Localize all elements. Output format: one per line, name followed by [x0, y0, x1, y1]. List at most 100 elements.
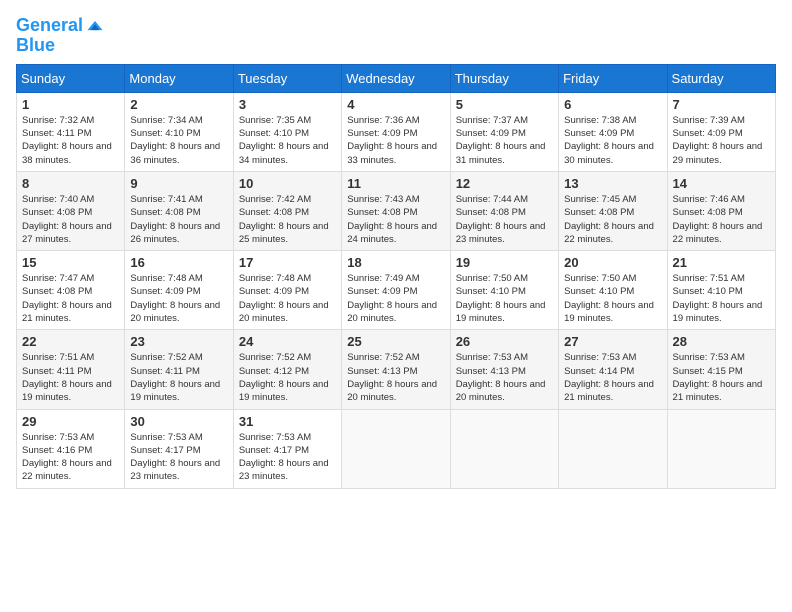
day-number: 27 [564, 334, 661, 349]
calendar-cell: 28 Sunrise: 7:53 AMSunset: 4:15 PMDaylig… [667, 330, 775, 409]
day-number: 3 [239, 97, 336, 112]
day-number: 14 [673, 176, 770, 191]
calendar-cell: 8 Sunrise: 7:40 AMSunset: 4:08 PMDayligh… [17, 171, 125, 250]
calendar-header-row: SundayMondayTuesdayWednesdayThursdayFrid… [17, 64, 776, 92]
calendar-cell: 16 Sunrise: 7:48 AMSunset: 4:09 PMDaylig… [125, 251, 233, 330]
calendar-cell: 3 Sunrise: 7:35 AMSunset: 4:10 PMDayligh… [233, 92, 341, 171]
calendar-cell: 13 Sunrise: 7:45 AMSunset: 4:08 PMDaylig… [559, 171, 667, 250]
weekday-header-wednesday: Wednesday [342, 64, 450, 92]
day-info: Sunrise: 7:40 AMSunset: 4:08 PMDaylight:… [22, 193, 119, 246]
calendar-cell: 21 Sunrise: 7:51 AMSunset: 4:10 PMDaylig… [667, 251, 775, 330]
day-number: 9 [130, 176, 227, 191]
calendar-cell [559, 409, 667, 488]
day-number: 21 [673, 255, 770, 270]
calendar-cell: 9 Sunrise: 7:41 AMSunset: 4:08 PMDayligh… [125, 171, 233, 250]
weekday-header-saturday: Saturday [667, 64, 775, 92]
day-number: 19 [456, 255, 553, 270]
calendar-cell: 11 Sunrise: 7:43 AMSunset: 4:08 PMDaylig… [342, 171, 450, 250]
day-info: Sunrise: 7:53 AMSunset: 4:17 PMDaylight:… [239, 431, 336, 484]
calendar-cell: 29 Sunrise: 7:53 AMSunset: 4:16 PMDaylig… [17, 409, 125, 488]
calendar-week-4: 22 Sunrise: 7:51 AMSunset: 4:11 PMDaylig… [17, 330, 776, 409]
day-info: Sunrise: 7:48 AMSunset: 4:09 PMDaylight:… [130, 272, 227, 325]
calendar-cell: 18 Sunrise: 7:49 AMSunset: 4:09 PMDaylig… [342, 251, 450, 330]
day-info: Sunrise: 7:32 AMSunset: 4:11 PMDaylight:… [22, 114, 119, 167]
day-number: 23 [130, 334, 227, 349]
day-number: 17 [239, 255, 336, 270]
calendar-cell: 20 Sunrise: 7:50 AMSunset: 4:10 PMDaylig… [559, 251, 667, 330]
day-number: 7 [673, 97, 770, 112]
day-number: 6 [564, 97, 661, 112]
day-number: 2 [130, 97, 227, 112]
day-info: Sunrise: 7:53 AMSunset: 4:13 PMDaylight:… [456, 351, 553, 404]
calendar-cell: 26 Sunrise: 7:53 AMSunset: 4:13 PMDaylig… [450, 330, 558, 409]
day-number: 22 [22, 334, 119, 349]
day-number: 26 [456, 334, 553, 349]
weekday-header-friday: Friday [559, 64, 667, 92]
day-number: 10 [239, 176, 336, 191]
day-info: Sunrise: 7:49 AMSunset: 4:09 PMDaylight:… [347, 272, 444, 325]
day-info: Sunrise: 7:47 AMSunset: 4:08 PMDaylight:… [22, 272, 119, 325]
calendar-cell: 6 Sunrise: 7:38 AMSunset: 4:09 PMDayligh… [559, 92, 667, 171]
day-number: 24 [239, 334, 336, 349]
day-info: Sunrise: 7:52 AMSunset: 4:13 PMDaylight:… [347, 351, 444, 404]
day-info: Sunrise: 7:52 AMSunset: 4:12 PMDaylight:… [239, 351, 336, 404]
day-number: 18 [347, 255, 444, 270]
calendar-table: SundayMondayTuesdayWednesdayThursdayFrid… [16, 64, 776, 489]
calendar-cell: 14 Sunrise: 7:46 AMSunset: 4:08 PMDaylig… [667, 171, 775, 250]
logo: General Blue [16, 16, 105, 56]
calendar-cell: 1 Sunrise: 7:32 AMSunset: 4:11 PMDayligh… [17, 92, 125, 171]
calendar-cell: 25 Sunrise: 7:52 AMSunset: 4:13 PMDaylig… [342, 330, 450, 409]
day-number: 16 [130, 255, 227, 270]
calendar-week-5: 29 Sunrise: 7:53 AMSunset: 4:16 PMDaylig… [17, 409, 776, 488]
weekday-header-monday: Monday [125, 64, 233, 92]
day-number: 30 [130, 414, 227, 429]
weekday-header-tuesday: Tuesday [233, 64, 341, 92]
day-info: Sunrise: 7:50 AMSunset: 4:10 PMDaylight:… [564, 272, 661, 325]
logo-text: General [16, 16, 83, 36]
day-info: Sunrise: 7:52 AMSunset: 4:11 PMDaylight:… [130, 351, 227, 404]
calendar-cell [450, 409, 558, 488]
calendar-week-3: 15 Sunrise: 7:47 AMSunset: 4:08 PMDaylig… [17, 251, 776, 330]
day-number: 15 [22, 255, 119, 270]
calendar-cell: 19 Sunrise: 7:50 AMSunset: 4:10 PMDaylig… [450, 251, 558, 330]
day-number: 13 [564, 176, 661, 191]
page-header: General Blue [16, 16, 776, 56]
calendar-cell: 27 Sunrise: 7:53 AMSunset: 4:14 PMDaylig… [559, 330, 667, 409]
day-info: Sunrise: 7:43 AMSunset: 4:08 PMDaylight:… [347, 193, 444, 246]
logo-text-blue: Blue [16, 36, 105, 56]
day-number: 12 [456, 176, 553, 191]
calendar-week-2: 8 Sunrise: 7:40 AMSunset: 4:08 PMDayligh… [17, 171, 776, 250]
day-number: 1 [22, 97, 119, 112]
day-info: Sunrise: 7:48 AMSunset: 4:09 PMDaylight:… [239, 272, 336, 325]
day-number: 25 [347, 334, 444, 349]
day-info: Sunrise: 7:46 AMSunset: 4:08 PMDaylight:… [673, 193, 770, 246]
calendar-cell: 5 Sunrise: 7:37 AMSunset: 4:09 PMDayligh… [450, 92, 558, 171]
calendar-cell: 24 Sunrise: 7:52 AMSunset: 4:12 PMDaylig… [233, 330, 341, 409]
day-info: Sunrise: 7:53 AMSunset: 4:15 PMDaylight:… [673, 351, 770, 404]
calendar-cell: 17 Sunrise: 7:48 AMSunset: 4:09 PMDaylig… [233, 251, 341, 330]
day-info: Sunrise: 7:53 AMSunset: 4:14 PMDaylight:… [564, 351, 661, 404]
calendar-cell: 23 Sunrise: 7:52 AMSunset: 4:11 PMDaylig… [125, 330, 233, 409]
logo-icon [85, 16, 105, 36]
day-info: Sunrise: 7:42 AMSunset: 4:08 PMDaylight:… [239, 193, 336, 246]
day-number: 5 [456, 97, 553, 112]
calendar-cell: 4 Sunrise: 7:36 AMSunset: 4:09 PMDayligh… [342, 92, 450, 171]
day-number: 29 [22, 414, 119, 429]
day-number: 8 [22, 176, 119, 191]
calendar-cell: 30 Sunrise: 7:53 AMSunset: 4:17 PMDaylig… [125, 409, 233, 488]
day-info: Sunrise: 7:50 AMSunset: 4:10 PMDaylight:… [456, 272, 553, 325]
day-info: Sunrise: 7:41 AMSunset: 4:08 PMDaylight:… [130, 193, 227, 246]
calendar-cell [667, 409, 775, 488]
day-info: Sunrise: 7:51 AMSunset: 4:10 PMDaylight:… [673, 272, 770, 325]
calendar-cell [342, 409, 450, 488]
weekday-header-sunday: Sunday [17, 64, 125, 92]
day-info: Sunrise: 7:34 AMSunset: 4:10 PMDaylight:… [130, 114, 227, 167]
day-info: Sunrise: 7:51 AMSunset: 4:11 PMDaylight:… [22, 351, 119, 404]
day-info: Sunrise: 7:45 AMSunset: 4:08 PMDaylight:… [564, 193, 661, 246]
calendar-cell: 12 Sunrise: 7:44 AMSunset: 4:08 PMDaylig… [450, 171, 558, 250]
day-info: Sunrise: 7:37 AMSunset: 4:09 PMDaylight:… [456, 114, 553, 167]
day-info: Sunrise: 7:36 AMSunset: 4:09 PMDaylight:… [347, 114, 444, 167]
weekday-header-thursday: Thursday [450, 64, 558, 92]
day-info: Sunrise: 7:38 AMSunset: 4:09 PMDaylight:… [564, 114, 661, 167]
day-info: Sunrise: 7:44 AMSunset: 4:08 PMDaylight:… [456, 193, 553, 246]
